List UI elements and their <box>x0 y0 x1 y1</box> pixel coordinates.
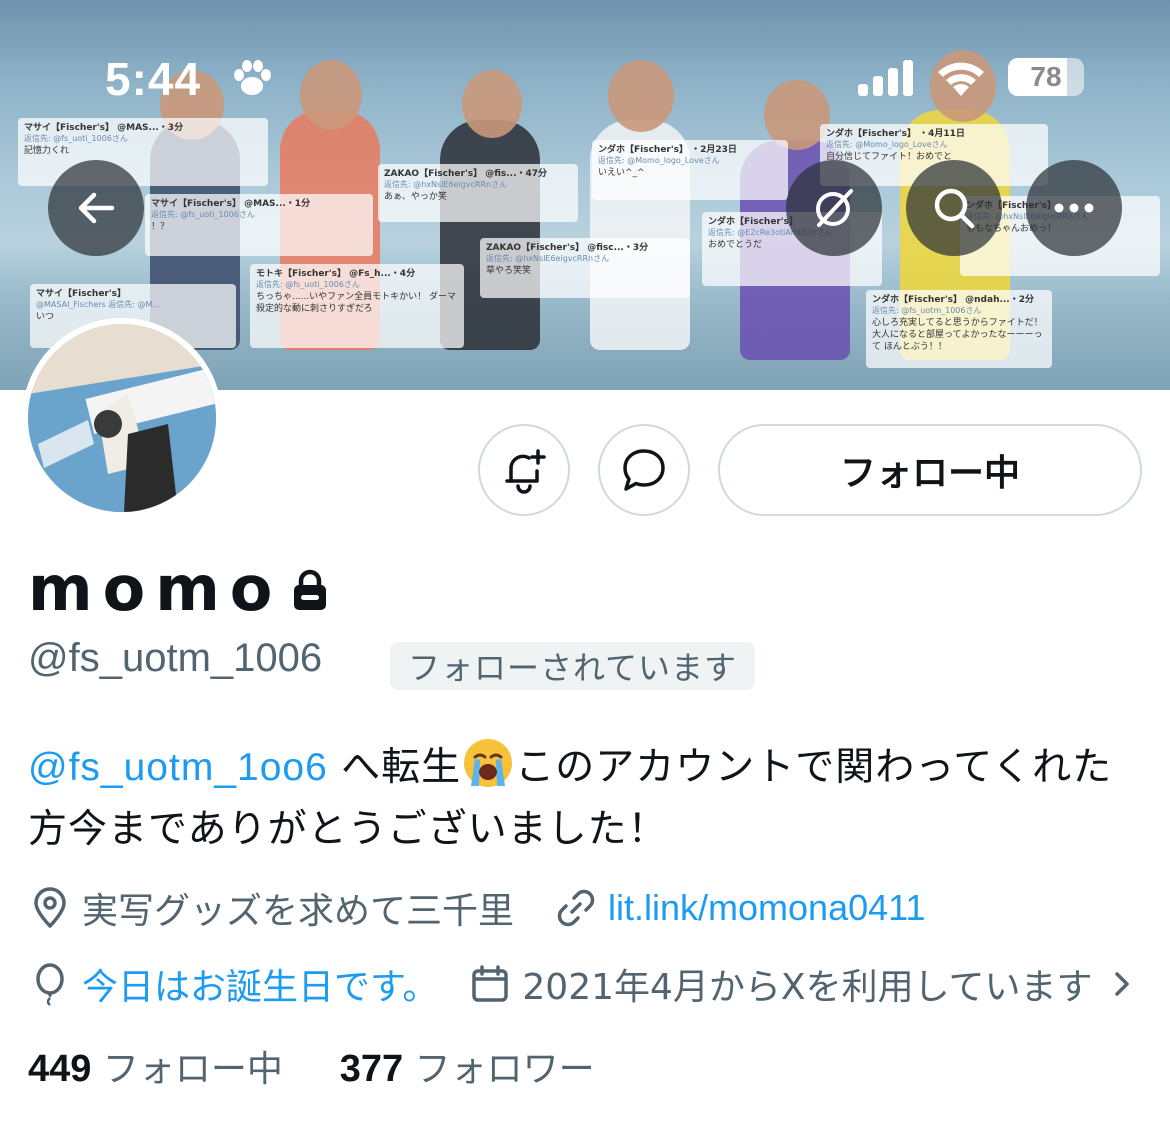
status-time: 5:44 <box>105 53 202 105</box>
banner-tweet-card: ンダホ【Fischer's】 @ndah...・2分 返信先: @fs_uotm… <box>866 290 1052 368</box>
following-label: フォロー中 <box>102 1049 283 1090</box>
profile-meta-row-2: 今日はお誕生日です。 2021年4月からXを利用しています <box>28 954 1137 1014</box>
chat-bubble-icon <box>623 449 665 491</box>
grok-button[interactable] <box>786 160 882 256</box>
search-button[interactable] <box>906 160 1002 256</box>
lock-icon <box>294 569 326 610</box>
follow-stats: 449 フォロー中 377 フォロワー <box>28 1040 595 1092</box>
wifi-icon <box>938 62 984 96</box>
back-button[interactable] <box>48 160 144 256</box>
following-stat[interactable]: 449 フォロー中 <box>28 1048 283 1090</box>
cellular-signal-icon <box>858 60 913 96</box>
calendar-icon <box>472 965 509 1002</box>
status-bar: 5:44 78 <box>0 0 1170 130</box>
location-pin-icon <box>34 887 66 928</box>
followers-label: フォロワー <box>414 1049 595 1090</box>
battery-indicator: 78 <box>1008 58 1084 96</box>
user-handle: @fs_uotm_1006 <box>28 636 323 680</box>
battery-percent: 78 <box>1030 61 1062 92</box>
notify-button[interactable] <box>478 424 570 516</box>
link-icon <box>557 889 595 927</box>
display-name: momo <box>28 552 283 625</box>
banner-tweet-card: モトキ【Fischer's】 @Fs_h...・4分 返信先: @fs_uoti… <box>250 264 464 348</box>
bio: @fs_uotm_1oo6 へ転生 このアカウントで関わってくれた方今までありが… <box>28 736 1138 861</box>
chevron-right-icon[interactable] <box>1107 964 1137 1004</box>
avatar-photo <box>28 324 216 512</box>
banner-tweet-card: ンダホ【Fischer's】 ・2月23日 返信先: @Momo_logo_Lo… <box>592 140 788 200</box>
search-icon <box>934 188 975 229</box>
followers-count: 377 <box>339 1048 404 1090</box>
following-count: 449 <box>28 1048 92 1090</box>
more-button[interactable] <box>1026 160 1122 256</box>
avatar-image <box>28 324 216 512</box>
paw-icon <box>234 60 271 95</box>
birthday-text: 今日はお誕生日です。 <box>82 967 439 1008</box>
bio-mention-link[interactable]: @fs_uotm_1oo6 <box>28 746 328 789</box>
banner-tweet-card: マサイ【Fischer's】 @MAS...・1分 返信先: @fs_uoti_… <box>145 194 373 256</box>
profile-meta-row-1: 実写グッズを求めて三千里 lit.link/momona0411 <box>28 878 926 938</box>
bio-text: へ転生 <box>327 745 462 790</box>
arrow-left-icon <box>78 192 115 224</box>
crying-face-emoji-icon <box>464 739 513 787</box>
avatar[interactable] <box>22 318 222 518</box>
more-icon <box>1054 203 1094 213</box>
banner-tweet-card: ZAKAO【Fischer's】 @fisc...・3分 返信先: @hxNsl… <box>480 238 690 298</box>
message-button[interactable] <box>598 424 690 516</box>
balloon-icon <box>36 963 64 1006</box>
bell-plus-icon <box>505 449 546 494</box>
followers-stat[interactable]: 377 フォロワー <box>339 1048 595 1090</box>
profile-link[interactable]: lit.link/momona0411 <box>608 887 926 929</box>
banner-tweet-card: ZAKAO【Fischer's】 @fis...・47分 返信先: @hxNsl… <box>378 164 578 222</box>
following-button[interactable]: フォロー中 <box>718 424 1142 516</box>
follows-you-badge: フォローされています <box>390 642 756 690</box>
joined-date-text[interactable]: 2021年4月からXを利用しています <box>522 958 1092 1010</box>
grok-icon <box>816 189 853 227</box>
location-text: 実写グッズを求めて三千里 <box>82 891 515 932</box>
